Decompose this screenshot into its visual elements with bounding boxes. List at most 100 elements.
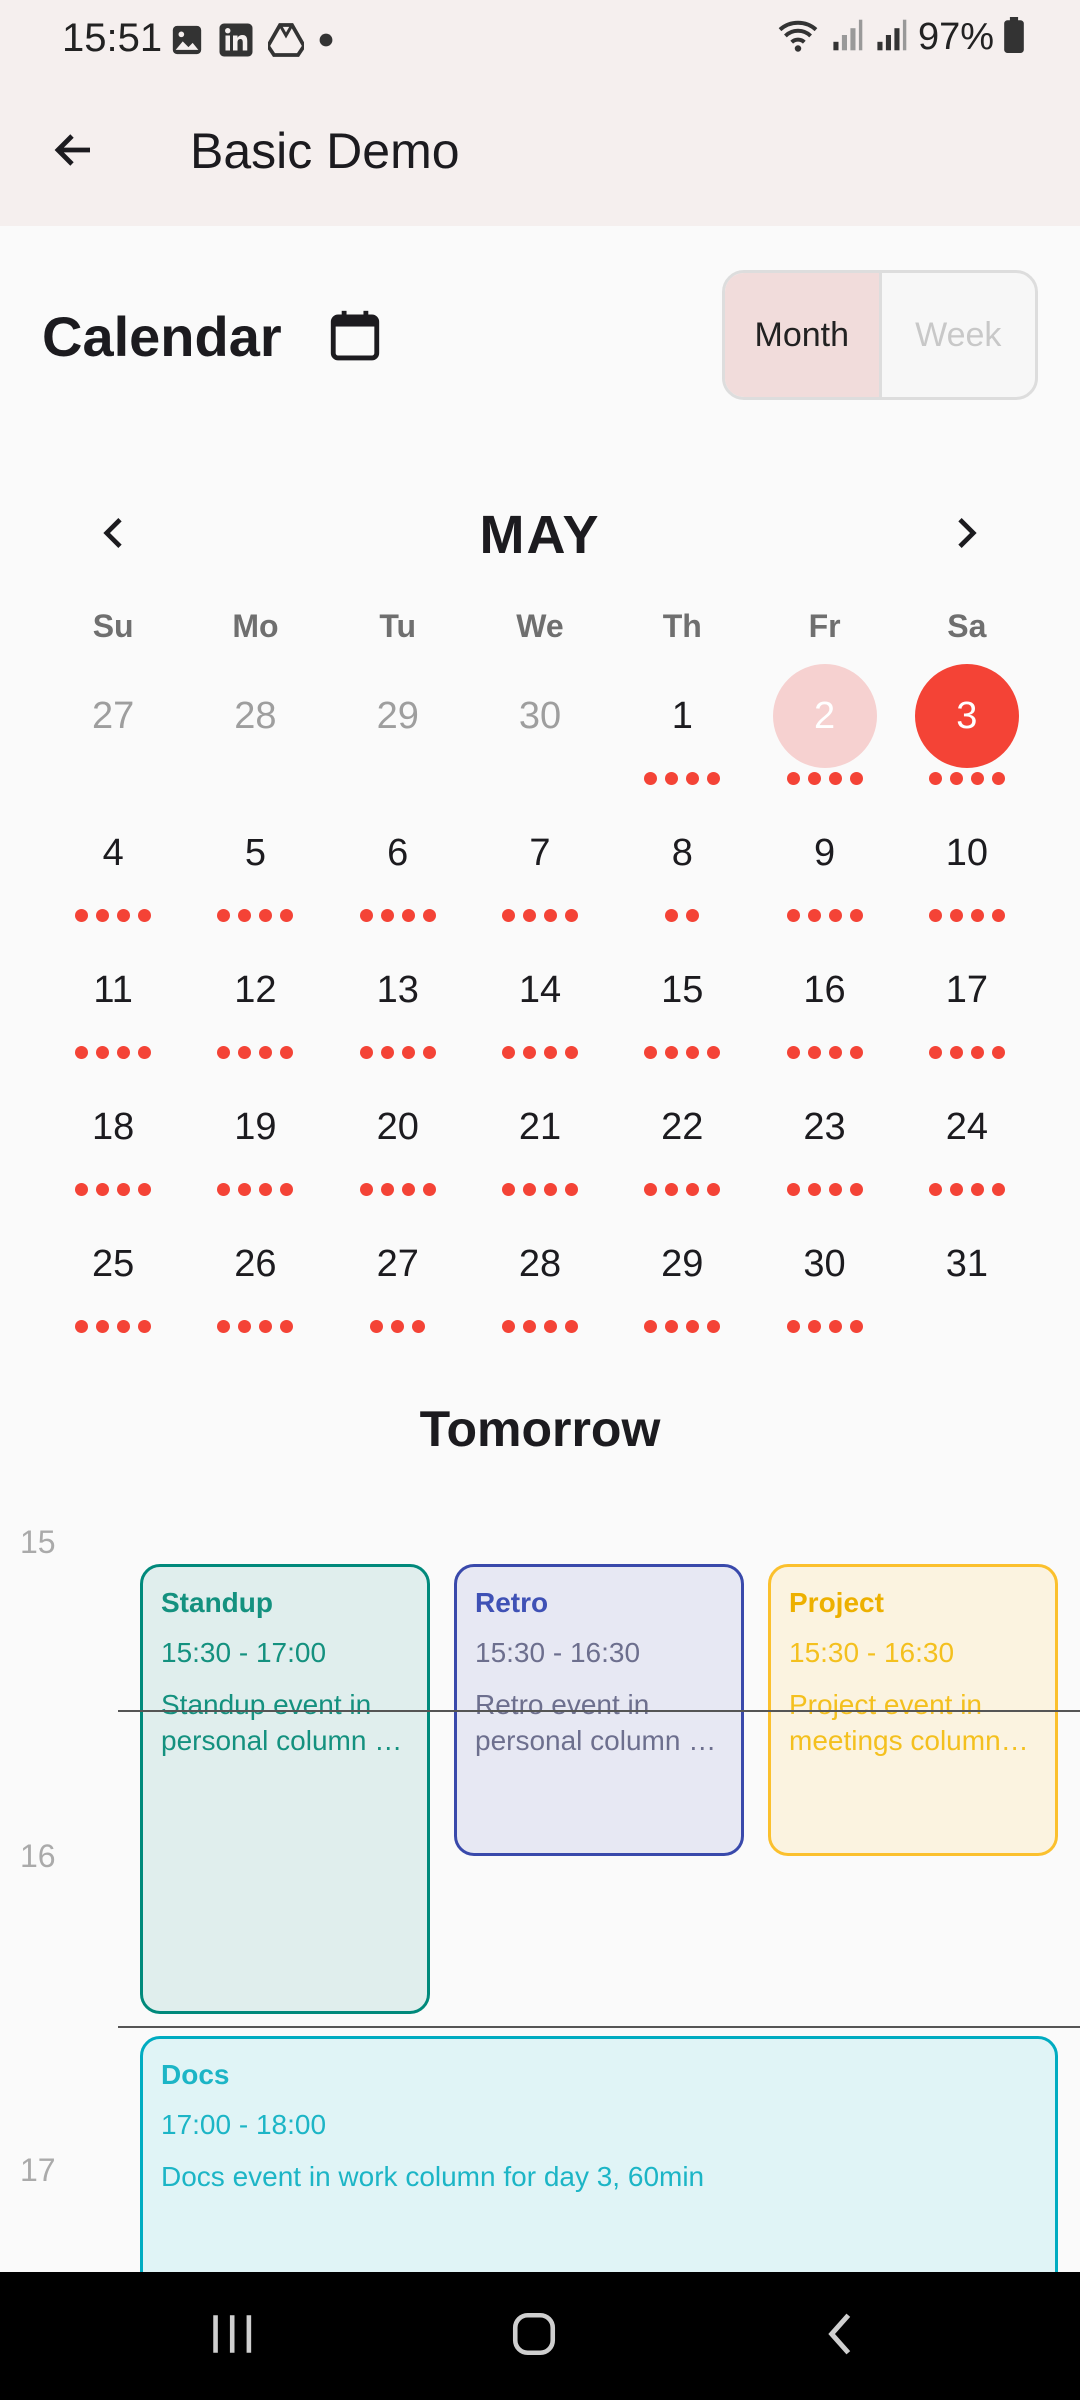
day-cell[interactable]: 11 [42, 938, 184, 1075]
event-dot [380, 1046, 394, 1059]
day-cell[interactable]: 9 [753, 801, 895, 938]
view-toggle: Month Week [722, 270, 1038, 400]
day-cell[interactable]: 8 [611, 801, 753, 938]
day-cell[interactable]: 17 [896, 938, 1038, 1075]
event-dots [75, 1320, 152, 1334]
event-dot [970, 909, 984, 922]
hour-label: 15 [20, 1524, 56, 1560]
recents-button[interactable] [182, 2296, 282, 2376]
back-button[interactable] [34, 112, 114, 192]
day-cell[interactable]: 13 [327, 938, 469, 1075]
day-number: 14 [518, 968, 562, 1011]
event-dot [138, 1320, 152, 1333]
event-standup[interactable]: Standup 15:30 - 17:00 Standup event in p… [140, 1564, 430, 2014]
battery-percent: 97% [917, 16, 994, 58]
event-dot [259, 1320, 273, 1333]
event-dots [217, 909, 294, 923]
day-cell[interactable]: 29 [327, 664, 469, 801]
day-cell[interactable]: 20 [327, 1075, 469, 1212]
back-nav-icon [820, 2309, 860, 2364]
day-cell[interactable]: 24 [896, 1075, 1038, 1212]
week-view-button[interactable]: Week [882, 273, 1036, 397]
event-dot [217, 1320, 231, 1333]
day-cell[interactable]: 26 [184, 1212, 326, 1349]
weekday-label: Sa [947, 608, 987, 644]
day-cell[interactable]: 4 [42, 801, 184, 938]
event-dot [928, 1183, 942, 1196]
event-dot [96, 1183, 110, 1196]
event-docs[interactable]: Docs 17:00 - 18:00 Docs event in work co… [140, 2036, 1058, 2272]
day-cell[interactable]: 30 [469, 664, 611, 801]
hour-label: 16 [20, 1838, 56, 1874]
event-dot [686, 1046, 700, 1059]
weekday-header: Su Mo Tu We Th Fr Sa [42, 608, 1038, 645]
event-dots [928, 1046, 1005, 1060]
day-cell[interactable]: 22 [611, 1075, 753, 1212]
event-dot [665, 1320, 679, 1333]
arrow-back-icon [50, 126, 98, 179]
day-cell[interactable]: 16 [753, 938, 895, 1075]
event-dot [75, 1046, 89, 1059]
event-dots [644, 1320, 721, 1334]
home-button[interactable] [484, 2296, 584, 2376]
event-dot [259, 909, 273, 922]
event-title: Standup [161, 1587, 273, 1618]
month-view-button[interactable]: Month [725, 273, 882, 397]
day-cell[interactable]: 23 [753, 1075, 895, 1212]
day-cell[interactable]: 27 [42, 664, 184, 801]
event-dot [370, 1320, 384, 1333]
day-cell[interactable]: 19 [184, 1075, 326, 1212]
day-cell[interactable]: 27 [327, 1212, 469, 1349]
calendar-icon [326, 305, 384, 370]
day-cell[interactable]: 18 [42, 1075, 184, 1212]
event-dot [138, 1046, 152, 1059]
event-dots [786, 772, 863, 786]
event-dot [359, 1046, 373, 1059]
next-month-button[interactable] [930, 500, 1000, 570]
event-dot [707, 1046, 721, 1059]
event-dots [359, 1183, 436, 1197]
calendar-picker-button[interactable] [320, 302, 390, 372]
event-dot [280, 1046, 294, 1059]
day-number: 29 [376, 694, 419, 737]
day-number: 7 [529, 831, 551, 874]
day-cell[interactable]: 15 [611, 938, 753, 1075]
event-dot [96, 909, 110, 922]
day-cell[interactable]: 2 [753, 664, 895, 801]
event-description: Retro event in personal column for day 3… [475, 1689, 721, 1756]
event-dot [665, 772, 679, 785]
day-cell[interactable]: 3 [896, 664, 1038, 801]
day-cell[interactable]: 10 [896, 801, 1038, 938]
event-dots [928, 909, 1005, 923]
event-dot [280, 1183, 294, 1196]
event-dot [644, 772, 658, 785]
event-dot [786, 909, 800, 922]
event-dot [707, 1320, 721, 1333]
event-dots [644, 1183, 721, 1197]
day-cell[interactable]: 6 [327, 801, 469, 938]
day-cell[interactable]: 5 [184, 801, 326, 938]
event-dot [522, 1320, 536, 1333]
event-dot [807, 1183, 821, 1196]
day-cell[interactable]: 21 [469, 1075, 611, 1212]
day-cell[interactable]: 7 [469, 801, 611, 938]
day-cell[interactable]: 31 [896, 1212, 1038, 1349]
day-cell[interactable]: 29 [611, 1212, 753, 1349]
day-cell[interactable]: 28 [184, 664, 326, 801]
day-cell[interactable]: 1 [611, 664, 753, 801]
day-cell[interactable]: 25 [42, 1212, 184, 1349]
day-cell[interactable]: 12 [184, 938, 326, 1075]
event-dot [849, 1320, 863, 1333]
day-number: 6 [387, 831, 409, 874]
day-cell[interactable]: 28 [469, 1212, 611, 1349]
hour-divider [118, 2026, 1080, 2028]
back-nav-button[interactable] [790, 2296, 890, 2376]
event-dots [75, 909, 152, 923]
event-dot [786, 1183, 800, 1196]
day-cell[interactable]: 14 [469, 938, 611, 1075]
event-dot [644, 1046, 658, 1059]
day-cell[interactable]: 30 [753, 1212, 895, 1349]
event-dot [96, 1046, 110, 1059]
event-time: 15:30 - 17:00 [161, 1637, 327, 1668]
event-dot [422, 1046, 436, 1059]
